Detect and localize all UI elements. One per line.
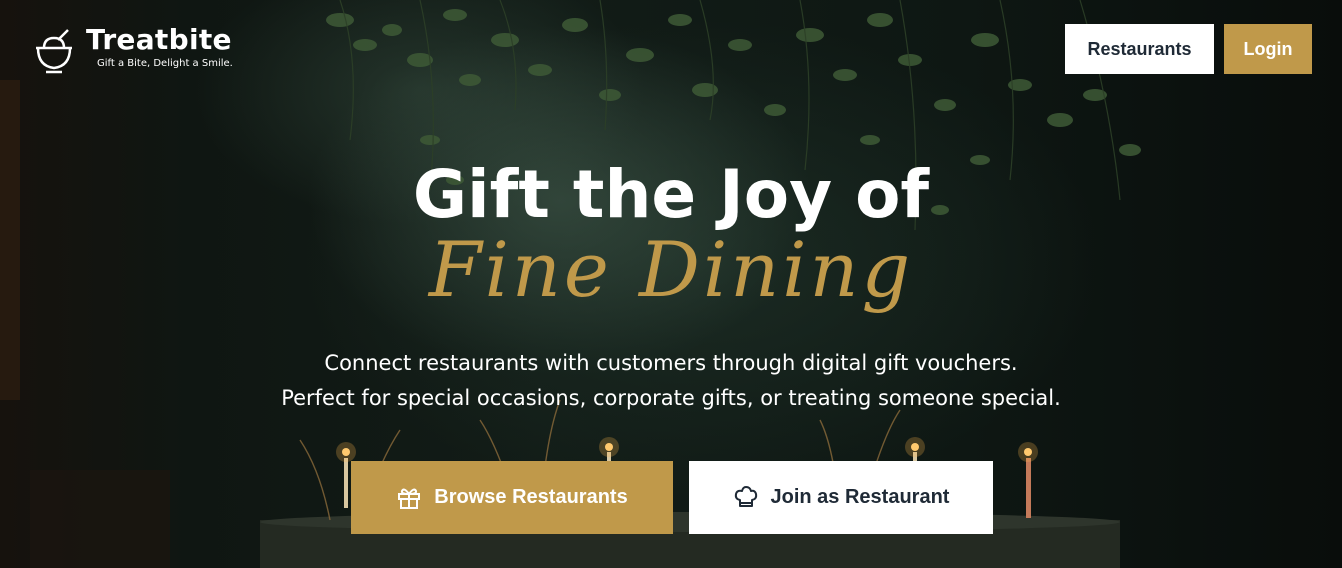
chef-hat-icon	[734, 485, 757, 507]
hero-subtitle: Connect restaurants with customers throu…	[0, 346, 1342, 416]
hero-subtitle-line-2: Perfect for special occasions, corporate…	[281, 386, 1061, 410]
browse-restaurants-button[interactable]: Browse Restaurants	[351, 461, 673, 534]
brand-name: Treatbite	[86, 23, 232, 56]
gift-icon	[398, 488, 421, 509]
join-as-restaurant-label: Join as Restaurant	[770, 486, 950, 508]
join-as-restaurant-button[interactable]: Join as Restaurant	[689, 461, 993, 534]
login-button[interactable]: Login	[1224, 24, 1312, 74]
bowl-icon	[36, 29, 72, 74]
restaurants-nav-button[interactable]: Restaurants	[1065, 24, 1214, 74]
top-nav: Restaurants Login	[1065, 24, 1312, 74]
browse-restaurants-label: Browse Restaurants	[434, 486, 628, 508]
brand-logo[interactable]: Treatbite Gift a Bite, Delight a Smile.	[32, 24, 233, 76]
brand-tagline: Gift a Bite, Delight a Smile.	[97, 58, 233, 69]
hero-subtitle-line-1: Connect restaurants with customers throu…	[324, 351, 1018, 375]
hero-headline-accent: Fine Dining	[428, 225, 914, 314]
